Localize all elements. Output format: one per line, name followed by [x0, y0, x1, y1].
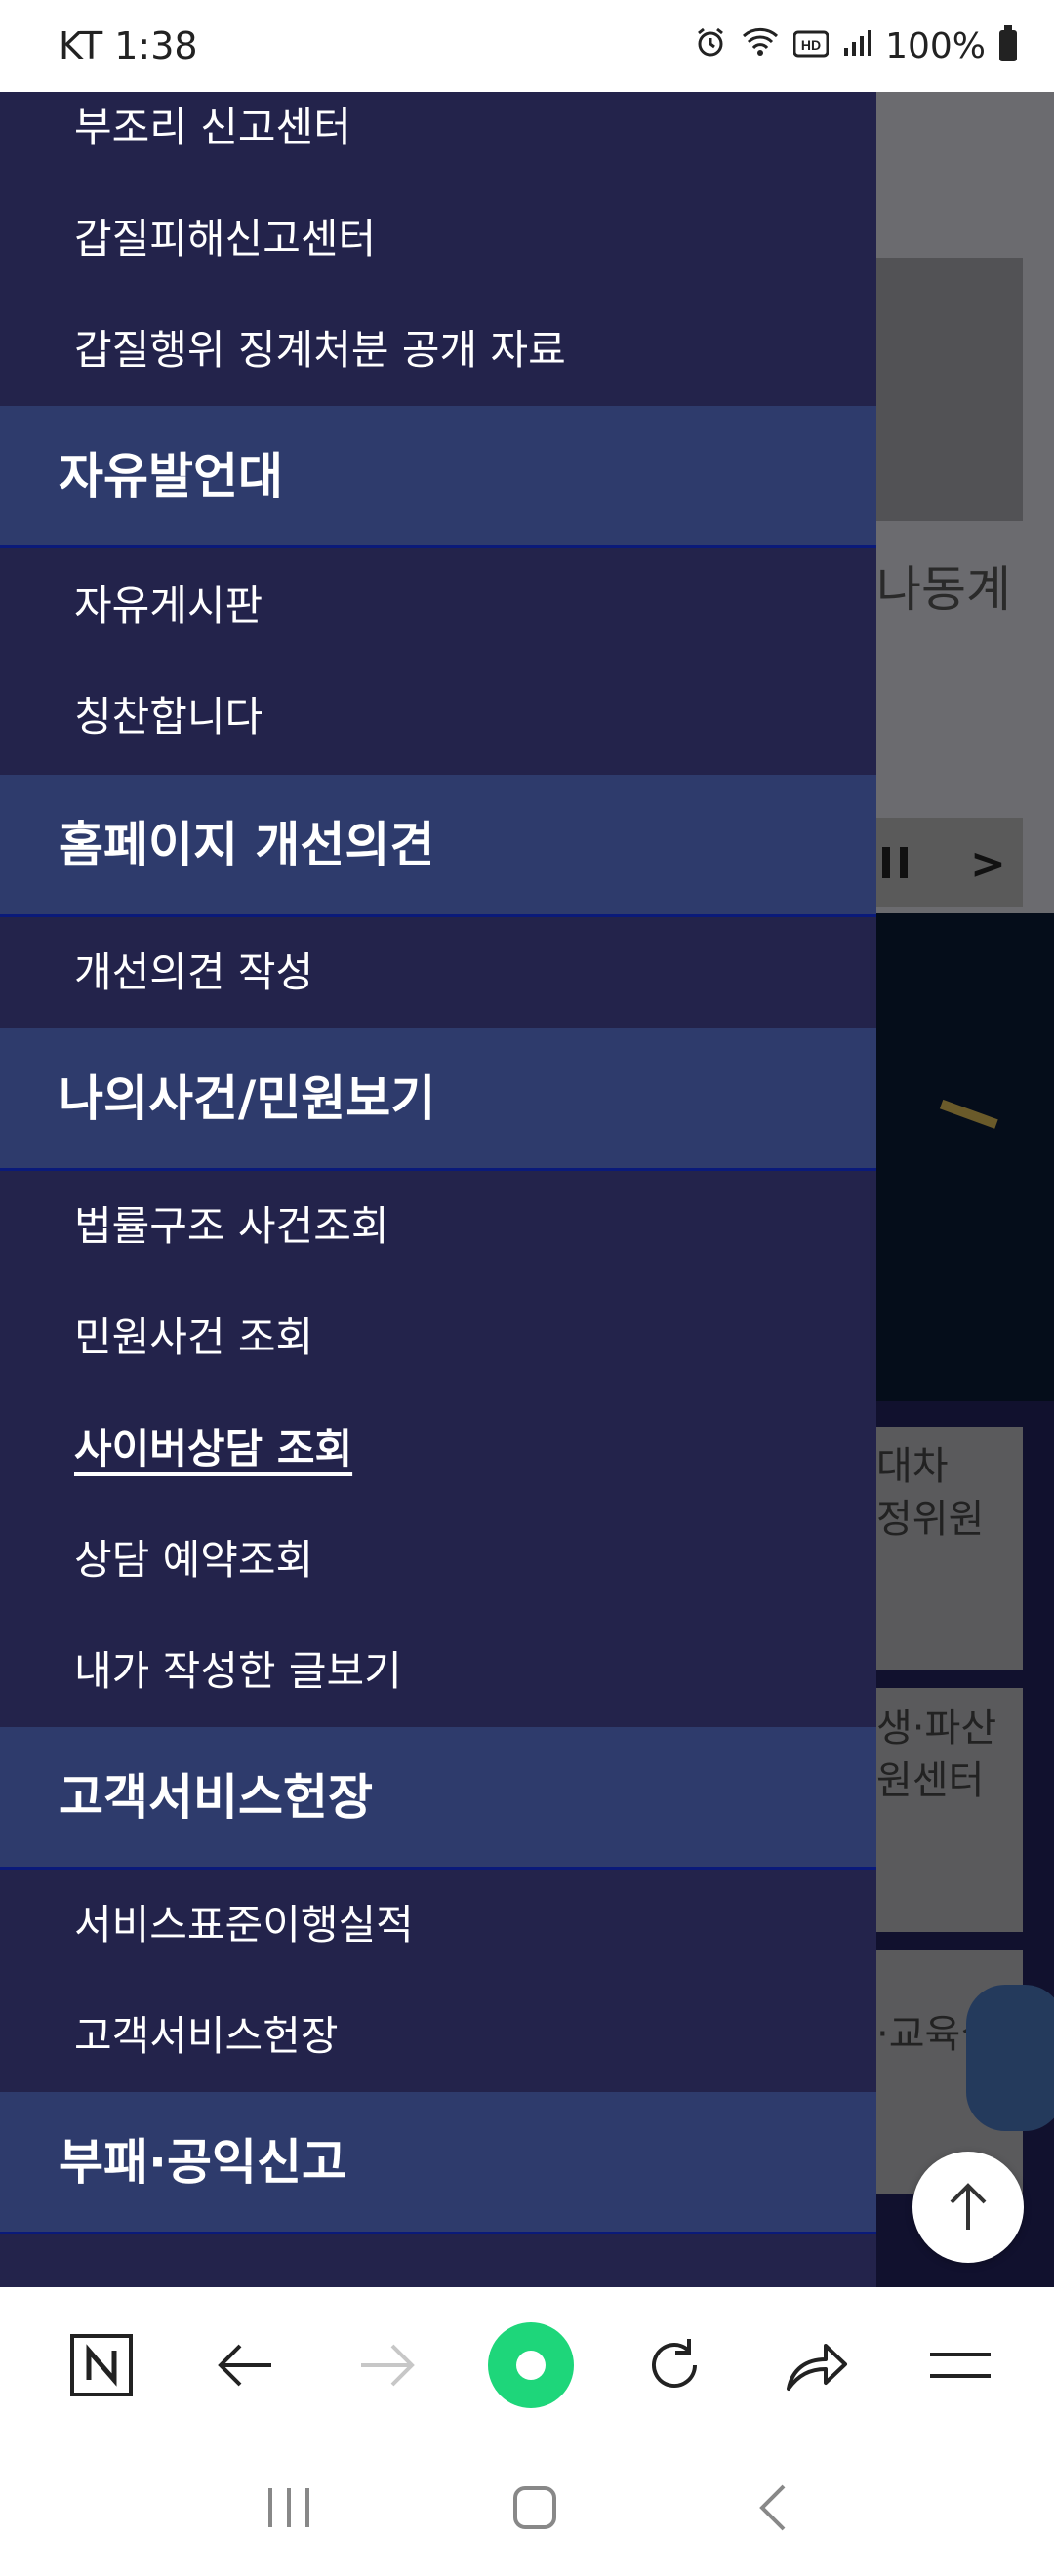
menu-item-active[interactable]: 사이버상담 조회 [0, 1393, 876, 1505]
refresh-icon [651, 2339, 697, 2389]
menu-item[interactable]: 서비스표준이행실적 [0, 1870, 876, 1981]
menu-item[interactable]: 법률구조 사건조회 [0, 1171, 876, 1282]
menu-item[interactable]: 자유게시판 [0, 550, 876, 662]
alarm-icon [694, 25, 727, 67]
share-button[interactable] [768, 2316, 866, 2414]
background-banner [876, 258, 1023, 521]
menu-category[interactable]: 나의사건/민원보기 [0, 1028, 876, 1171]
card-line: 원센터 [876, 1758, 985, 1803]
group-3: 법률구조 사건조회 민원사건 조회 사이버상담 조회 상담 예약조회 내가 작성… [0, 1171, 876, 1727]
menu-category[interactable]: 홈페이지 개선의견 [0, 775, 876, 917]
decorative-shape [930, 1099, 998, 1155]
wifi-icon [741, 26, 780, 66]
green-dot-button[interactable] [482, 2316, 580, 2414]
status-bar: KT 1:38 HD 100% [0, 0, 1054, 92]
menu-item[interactable]: 칭찬합니다 [0, 662, 876, 773]
back-button[interactable] [196, 2316, 294, 2414]
menu-category[interactable]: 자유발언대 [0, 406, 876, 548]
svg-text:HD: HD [801, 37, 821, 53]
menu-item[interactable]: 갑질피해신고센터 [0, 183, 876, 295]
back-chevron-icon [758, 2484, 786, 2531]
slider-controls: > [876, 818, 1023, 907]
menu-item[interactable]: 상담 예약조회 [0, 1505, 876, 1616]
home-button[interactable] [511, 2484, 558, 2535]
background-card: 대차 정위원 [876, 1427, 1023, 1670]
menu-category[interactable]: 고객서비스헌장 [0, 1727, 876, 1870]
chatbot-icon[interactable] [966, 1985, 1054, 2131]
system-navigation-bar [0, 2443, 1054, 2576]
arrow-right-icon [361, 2344, 416, 2387]
menu-item[interactable]: 갑질행위 징계처분 공개 자료 [0, 295, 876, 406]
background-card: 생·파산 원센터 [876, 1688, 1023, 1932]
carrier-time: KT 1:38 [59, 24, 198, 67]
pause-icon[interactable] [882, 847, 908, 878]
system-back-button[interactable] [756, 2482, 790, 2537]
arrow-up-icon [950, 2183, 987, 2230]
card-line: 정위원 [876, 1497, 985, 1542]
home-icon [512, 2486, 556, 2529]
side-drawer-menu: 부조리 신고센터 갑질피해신고센터 갑질행위 징계처분 공개 자료 자유발언대 … [0, 92, 876, 2287]
hd-icon: HD [792, 26, 830, 66]
naver-n-icon [70, 2334, 133, 2396]
background-text: 나동계 [876, 561, 1011, 618]
menu-item[interactable]: 고객서비스헌장 [0, 1981, 876, 2092]
menu-item[interactable]: 부조리 신고센터 [0, 92, 876, 183]
group-1: 자유게시판 칭찬합니다 [0, 548, 876, 775]
signal-icon [842, 26, 872, 66]
group-4: 서비스표준이행실적 고객서비스헌장 [0, 1870, 876, 2092]
group-2: 개선의견 작성 [0, 917, 876, 1028]
share-icon [787, 2344, 848, 2391]
arrow-left-icon [217, 2344, 271, 2387]
naver-home-button[interactable] [53, 2316, 150, 2414]
menu-category[interactable]: 부패·공익신고 [0, 2092, 876, 2234]
card-line: 대차 [876, 1444, 949, 1489]
recent-apps-button[interactable] [264, 2486, 313, 2533]
battery-icon [999, 25, 1017, 61]
background-page: 나동계 > 대차 정위원 생·파산 원센터 ·교육실 [876, 92, 1054, 2287]
status-icons: HD 100% [694, 25, 1017, 67]
menu-item[interactable]: 민원사건 조회 [0, 1282, 876, 1393]
menu-item-label: 사이버상담 조회 [74, 1425, 353, 1472]
green-dot-icon [487, 2322, 574, 2408]
menu-item[interactable]: 내가 작성한 글보기 [0, 1616, 876, 1727]
chevron-right-icon[interactable]: > [970, 839, 1006, 889]
background-image [876, 913, 1054, 1401]
forward-button[interactable] [339, 2316, 436, 2414]
browser-toolbar [0, 2287, 1054, 2443]
recent-apps-icon [268, 2488, 310, 2527]
refresh-button[interactable] [626, 2316, 723, 2414]
battery-percent: 100% [885, 25, 986, 66]
menu-button[interactable] [912, 2316, 1009, 2414]
scroll-top-button[interactable] [912, 2152, 1024, 2263]
menu-item[interactable]: 개선의견 작성 [0, 917, 876, 1028]
group-0: 부조리 신고센터 갑질피해신고센터 갑질행위 징계처분 공개 자료 [0, 92, 876, 406]
card-line: 생·파산 [876, 1706, 997, 1751]
hamburger-menu-icon [929, 2353, 991, 2378]
